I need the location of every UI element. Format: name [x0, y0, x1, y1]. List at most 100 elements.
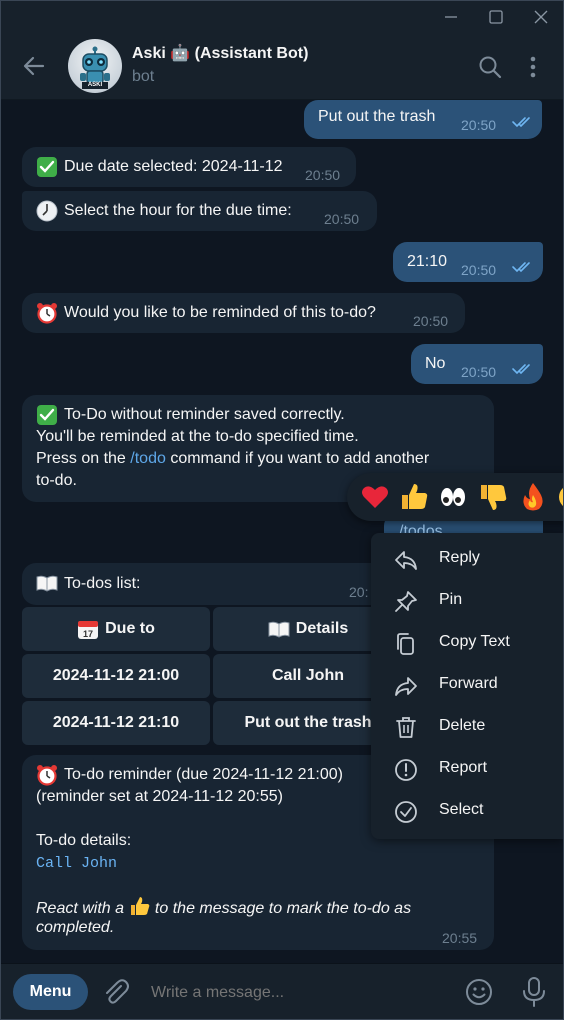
- back-button[interactable]: [17, 50, 51, 82]
- message-time: 20:55: [442, 930, 478, 946]
- message-line: To-do details:: [36, 832, 132, 849]
- telegram-window: ASKI Aski 🤖 (Assistant Bot) bot Put out …: [0, 0, 564, 1020]
- minimize-icon: [445, 16, 457, 18]
- message-text: No: [425, 355, 446, 372]
- message-line: To-Do without reminder saved correctly.: [64, 406, 345, 423]
- double-check-icon: [512, 262, 530, 273]
- double-check-icon: [512, 364, 530, 375]
- menu-item-copy-text[interactable]: Copy Text: [371, 623, 563, 665]
- minimize-button[interactable]: [427, 1, 473, 33]
- copy-icon: [397, 633, 414, 655]
- message-time: 20:50: [461, 117, 497, 133]
- maximize-button[interactable]: [473, 1, 519, 33]
- menu-item-reply[interactable]: Reply: [371, 539, 563, 581]
- message-text: React with a: [36, 900, 129, 917]
- message-incoming[interactable]: Due date selected: 2024-11-12 20:50: [22, 147, 356, 187]
- message-input[interactable]: [149, 978, 443, 1008]
- menu-item-select[interactable]: Select: [371, 791, 563, 833]
- check-mark-emoji-icon: [37, 405, 57, 425]
- thumbs-down-reaction-icon[interactable]: [477, 481, 509, 513]
- message-text: Would you like to be reminded of this to…: [64, 304, 376, 321]
- check-mark-emoji-icon: [37, 157, 57, 177]
- menu-item-label: Delete: [439, 717, 486, 734]
- open-book-emoji-icon: [268, 621, 290, 638]
- paperclip-icon: [106, 979, 129, 1004]
- keyboard-label: Call John: [271, 667, 344, 684]
- message-incoming[interactable]: To-dos list: 20:: [22, 563, 402, 605]
- pin-icon: [395, 591, 417, 612]
- clock-emoji-icon: [36, 200, 58, 222]
- more-reactions-icon[interactable]: [555, 481, 564, 513]
- keyboard-due-button[interactable]: 2024-11-12 21:10: [22, 701, 210, 745]
- message-line: to-do.: [36, 472, 77, 489]
- message-text: Select the hour for the due time:: [64, 202, 292, 219]
- message-line: (reminder set at 2024-11-12 20:55): [36, 788, 283, 805]
- message-text: To-dos list:: [64, 575, 141, 592]
- message-text: to the message to mark the to-do as: [150, 900, 412, 917]
- menu-item-pin[interactable]: Pin: [371, 581, 563, 623]
- message-incoming[interactable]: Select the hour for the due time: 20:50: [22, 191, 377, 231]
- window-titlebar: [1, 1, 563, 33]
- message-time: 20:50: [324, 211, 360, 227]
- avatar[interactable]: ASKI: [68, 39, 122, 93]
- arrow-left-icon: [23, 56, 45, 76]
- message-text: Press on the: [36, 450, 131, 467]
- alarm-clock-emoji-icon: [37, 765, 57, 786]
- menu-item-delete[interactable]: Delete: [371, 707, 563, 749]
- emoji-button[interactable]: [463, 976, 495, 1008]
- message-time: 20:50: [461, 364, 497, 380]
- message-incoming[interactable]: Would you like to be reminded of this to…: [22, 293, 465, 333]
- message-time: 20:50: [413, 313, 449, 329]
- message-line: To-do reminder (due 2024-11-12 21:00): [64, 766, 343, 783]
- message-outgoing[interactable]: Put out the trash 20:50: [304, 100, 542, 139]
- more-button[interactable]: [521, 52, 545, 82]
- menu-item-label: Forward: [439, 675, 498, 692]
- message-composer: Menu: [1, 963, 563, 1019]
- voice-button[interactable]: [518, 975, 550, 1009]
- thumbs-up-reaction-icon[interactable]: [398, 481, 430, 513]
- search-icon: [479, 56, 502, 79]
- message-outgoing[interactable]: 21:10 20:50: [393, 242, 543, 282]
- heart-reaction-icon[interactable]: [359, 481, 391, 513]
- more-vertical-icon: [530, 56, 536, 78]
- message-line: You'll be reminded at the to-do specifie…: [36, 428, 359, 445]
- message-line: completed.: [36, 919, 115, 936]
- keyboard-header-due[interactable]: 17 Due to: [22, 607, 210, 651]
- keyboard-label: 2024-11-12 21:10: [52, 714, 180, 731]
- message-text: 21:10: [407, 253, 448, 270]
- todo-details-code[interactable]: Call John: [36, 853, 117, 875]
- thumbs-up-emoji-icon: [131, 897, 150, 915]
- message-text: command if you want to add another: [165, 450, 430, 467]
- double-check-icon: [512, 117, 530, 128]
- avatar-label: ASKI: [87, 82, 103, 88]
- attach-button[interactable]: [101, 977, 131, 1007]
- select-check-icon: [395, 801, 417, 823]
- chat-title[interactable]: Aski 🤖 (Assistant Bot): [132, 43, 308, 63]
- keyboard-label: Due to: [105, 620, 155, 637]
- menu-item-label: Pin: [439, 591, 463, 608]
- bot-menu-button[interactable]: Menu: [13, 974, 88, 1010]
- bot-menu-label: Menu: [29, 983, 72, 1000]
- alarm-clock-emoji-icon: [37, 303, 57, 324]
- smiley-icon: [466, 979, 492, 1005]
- menu-item-report[interactable]: Report: [371, 749, 563, 791]
- message-outgoing[interactable]: No 20:50: [411, 344, 543, 384]
- keyboard-label: Put out the trash: [244, 714, 372, 731]
- message-time: 20:50: [305, 167, 341, 183]
- open-book-emoji-icon: [36, 575, 58, 592]
- todo-command-link[interactable]: /todo: [130, 450, 166, 467]
- keyboard-due-button[interactable]: 2024-11-12 21:00: [22, 654, 210, 698]
- keyboard-label: Details: [295, 620, 349, 637]
- search-button[interactable]: [475, 52, 505, 82]
- reply-icon: [395, 551, 417, 570]
- menu-item-forward[interactable]: Forward: [371, 665, 563, 707]
- chat-status: bot: [132, 68, 155, 85]
- eyes-reaction-icon[interactable]: [437, 481, 469, 513]
- trash-icon: [396, 717, 416, 738]
- svg-text:17: 17: [83, 629, 93, 639]
- reaction-picker: [347, 473, 564, 521]
- fire-reaction-icon[interactable]: [517, 481, 549, 513]
- message-line: Press on the /todo command if you want t…: [36, 448, 429, 470]
- close-button[interactable]: [517, 1, 563, 33]
- menu-item-label: Reply: [439, 549, 480, 566]
